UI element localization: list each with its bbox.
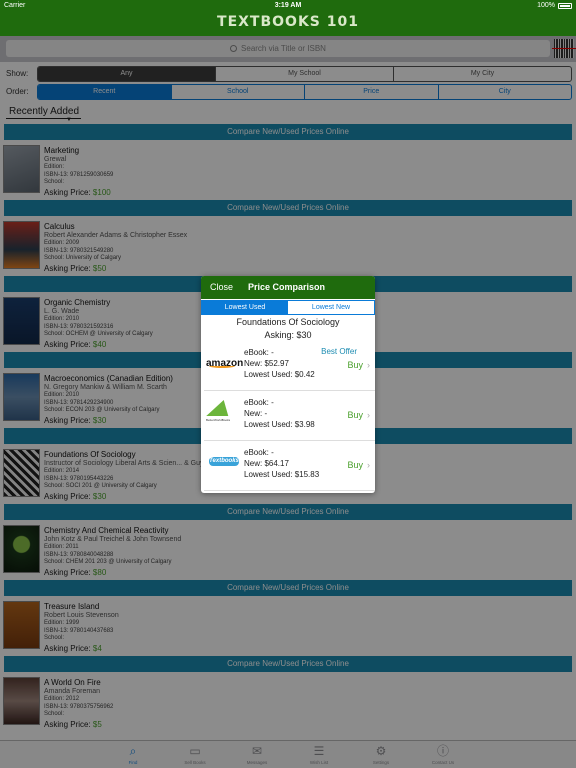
offer-row-textbooks[interactable]: Textbooks eBook: - New: $64.17 Lowest Us… xyxy=(204,441,375,491)
offer-used: Lowest Used: $3.98 xyxy=(244,420,315,429)
sort-toggle: Lowest Used Lowest New xyxy=(201,300,375,315)
app-header: TEXTBOOKS 101 xyxy=(0,12,576,36)
battery-percent: 100% xyxy=(537,2,555,9)
tab-lowest-new[interactable]: Lowest New xyxy=(288,301,374,314)
dialog-book-title: Foundations Of Sociology xyxy=(236,317,340,327)
vendor-name: BetterWorldBooks xyxy=(206,418,231,422)
buy-button[interactable]: Buy xyxy=(347,360,363,370)
modal-backdrop xyxy=(0,740,576,768)
clock: 3:19 AM xyxy=(274,2,302,9)
app-logo: TEXTBOOKS 101 xyxy=(217,14,359,30)
dialog-title: Price Comparison xyxy=(248,282,326,292)
vendor-name: Textbooks xyxy=(209,457,239,466)
chevron-right-icon: › xyxy=(367,460,370,470)
best-offer-badge: Best Offer xyxy=(321,347,357,356)
offer-new: New: $52.97 xyxy=(244,359,289,368)
offer-used: Lowest Used: $15.83 xyxy=(244,470,320,479)
tab-lowest-used[interactable]: Lowest Used xyxy=(202,301,288,314)
offer-row-amazon[interactable]: amazon eBook: - New: $52.97 Lowest Used:… xyxy=(204,341,375,391)
buy-button[interactable]: Buy xyxy=(347,460,363,470)
textbooks-logo: Textbooks xyxy=(206,453,240,471)
offer-ebook: eBook: - xyxy=(244,448,274,457)
close-button[interactable]: Close xyxy=(210,282,233,292)
modal-backdrop[interactable] xyxy=(0,36,576,124)
battery-icon xyxy=(558,2,572,9)
offer-ebook: eBook: - xyxy=(244,398,274,407)
battery-indicator: 100% xyxy=(537,2,572,9)
offer-new: New: $64.17 xyxy=(244,459,289,468)
dialog-asking-price: Asking: $30 xyxy=(264,330,312,340)
chevron-right-icon: › xyxy=(367,360,370,370)
buy-button[interactable]: Buy xyxy=(347,410,363,420)
offer-ebook: eBook: - xyxy=(244,348,274,357)
offer-row-betterworldbooks[interactable]: BetterWorldBooks eBook: - New: - Lowest … xyxy=(204,391,375,441)
betterworldbooks-logo: BetterWorldBooks xyxy=(206,400,240,422)
chevron-right-icon: › xyxy=(367,410,370,420)
status-bar: Carrier 3:19 AM 100% xyxy=(0,0,576,12)
dialog-header: Close Price Comparison xyxy=(201,276,375,299)
offer-used: Lowest Used: $0.42 xyxy=(244,370,315,379)
amazon-logo: amazon xyxy=(206,353,243,371)
offer-new: New: - xyxy=(244,409,268,418)
price-comparison-dialog: Close Price Comparison Lowest Used Lowes… xyxy=(201,276,375,493)
